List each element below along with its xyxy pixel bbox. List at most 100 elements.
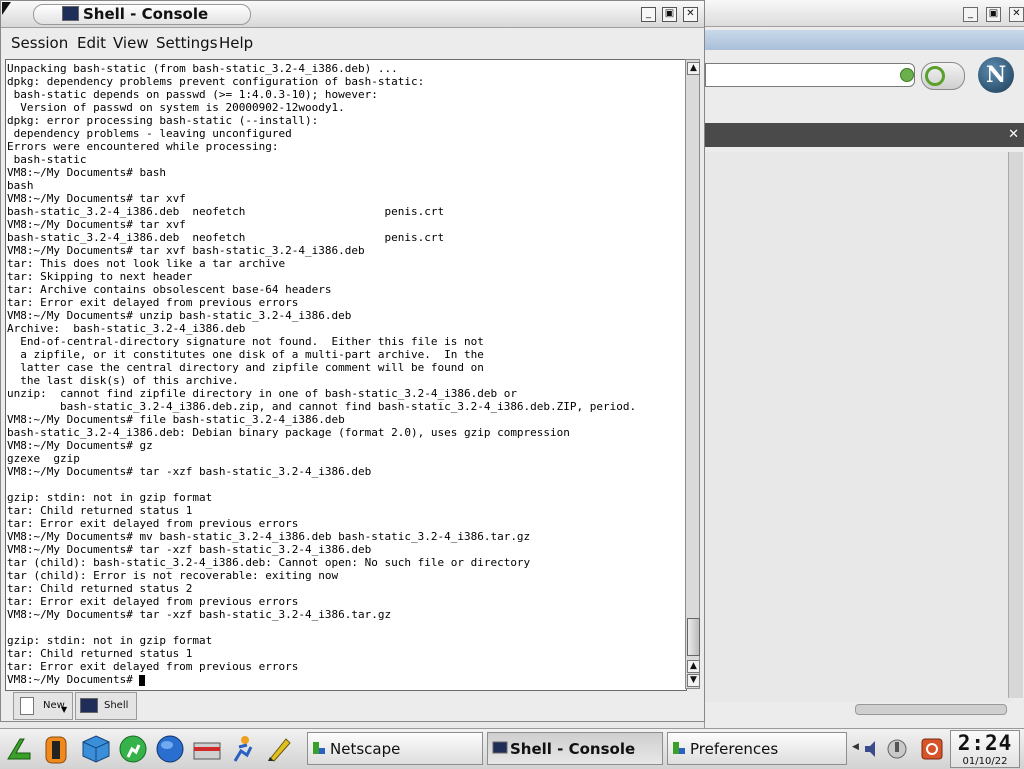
mouse-cursor-icon	[2, 2, 11, 15]
terminal-line: Archive: bash-static_3.2-4_i386.deb	[7, 322, 246, 335]
terminal-icon	[80, 698, 98, 713]
volume-icon[interactable]	[862, 738, 882, 760]
terminal-output[interactable]: Unpacking bash-static (from bash-static_…	[5, 59, 687, 691]
cube-icon[interactable]	[80, 733, 112, 765]
terminal-line: tar: Error exit delayed from previous er…	[7, 296, 299, 309]
terminal-line: Unpacking bash-static (from bash-static_…	[7, 62, 398, 75]
terminal-line: tar (child): Error is not recoverable: e…	[7, 569, 339, 582]
terminal-prompt: VM8:~/My Documents#	[7, 673, 140, 686]
window-titlebar[interactable]: Shell - Console _ ▣ ✕	[1, 1, 704, 28]
terminal-line: VM8:~/My Documents# bash	[7, 166, 166, 179]
power-manager-icon[interactable]	[886, 738, 908, 760]
terminal-line: tar: Error exit delayed from previous er…	[7, 660, 299, 673]
clock-date: 01/10/22	[962, 756, 1008, 767]
terminal-line: End-of-central-directory signature not f…	[20, 335, 484, 348]
terminal-line: VM8:~/My Documents# tar -xzf bash-static…	[7, 465, 372, 478]
new-session-button[interactable]: New ▼	[13, 692, 73, 720]
terminal-icon	[62, 6, 79, 21]
background-toolbar	[705, 30, 1024, 50]
terminal-line: VM8:~/My Documents# gz	[7, 439, 153, 452]
url-dropdown-icon[interactable]	[900, 68, 914, 82]
terminal-line: gzexe gzip	[7, 452, 80, 465]
tool-case-icon[interactable]	[191, 733, 223, 765]
console-window[interactable]: Shell - Console _ ▣ ✕ Session Edit View …	[0, 0, 705, 722]
menu-session[interactable]: Session	[11, 34, 68, 52]
bg-minimize-icon[interactable]: _	[963, 7, 978, 22]
task-netscape-label: Netscape	[330, 740, 401, 758]
bg-maximize-icon[interactable]: ▣	[986, 7, 1001, 22]
url-bar[interactable]	[705, 63, 915, 87]
terminal-line: dpkg: dependency problems prevent config…	[7, 75, 425, 88]
terminal-line: VM8:~/My Documents# tar xvf	[7, 218, 186, 231]
browser-vertical-scrollbar[interactable]	[1008, 152, 1023, 698]
menu-edit[interactable]: Edit	[77, 34, 106, 52]
kde-menu-icon[interactable]	[4, 733, 36, 765]
scrollbar-thumb[interactable]	[687, 618, 700, 656]
terminal-vertical-scrollbar[interactable]: ▲ ▲ ▼	[685, 59, 700, 689]
bg-close-icon[interactable]: ✕	[1009, 7, 1024, 22]
background-window-titlebar[interactable]: _ ▣ ✕	[705, 0, 1024, 27]
shutdown-icon[interactable]	[920, 737, 944, 761]
scroll-up-arrow-icon[interactable]: ▲	[687, 62, 700, 75]
tab-shell-label: Shell	[104, 700, 129, 711]
terminal-line: bash-static_3.2-4_i386.deb.zip, and cann…	[59, 400, 637, 413]
background-browser-window[interactable]: _ ▣ ✕ N ✕	[704, 0, 1024, 728]
window-title: Shell - Console	[83, 5, 209, 23]
terminal-line: unzip: cannot find zipfile directory in …	[7, 387, 517, 400]
clock[interactable]: 2:24 01/10/22	[950, 730, 1020, 768]
task-shell-console[interactable]: Shell - Console	[487, 732, 663, 765]
terminal-line: dpkg: error processing bash-static (--in…	[7, 114, 319, 127]
terminal-text: Unpacking bash-static (from bash-static_…	[7, 62, 636, 686]
tray-chevron-icon[interactable]: ◀	[852, 742, 859, 752]
terminal-task-icon	[492, 741, 508, 754]
menu-settings[interactable]: Settings	[156, 34, 218, 52]
paint-icon[interactable]	[264, 733, 296, 765]
terminal-line: VM8:~/My Documents# tar xvf bash-static_…	[7, 244, 365, 257]
terminal-line: tar: Child returned status 1	[7, 504, 193, 517]
terminal-line: bash-static_3.2-4_i386.deb neofetch peni…	[7, 205, 445, 218]
terminal-line: VM8:~/My Documents# tar -xzf bash-static…	[7, 543, 372, 556]
terminal-line: gzip: stdin: not in gzip format	[7, 491, 213, 504]
menu-help[interactable]: Help	[219, 34, 253, 52]
terminal-line: VM8:~/My Documents# tar xvf	[7, 192, 186, 205]
terminal-line: bash-static_3.2-4_i386.deb: Debian binar…	[7, 426, 570, 439]
scroll-down-arrow-icon[interactable]: ▼	[687, 674, 700, 687]
task-netscape[interactable]: Netscape	[307, 732, 483, 765]
terminal-line: tar: This does not look like a tar archi…	[7, 257, 286, 270]
tab-shell[interactable]: Shell	[75, 692, 137, 720]
browser-content-area	[705, 152, 1011, 702]
task-preferences[interactable]: Preferences	[667, 732, 847, 765]
terminal-line: VM8:~/My Documents# unzip bash-static_3.…	[7, 309, 352, 322]
browser-horizontal-scrollbar[interactable]	[855, 704, 1007, 715]
clock-time: 2:24	[957, 731, 1013, 755]
terminal-lines: Unpacking bash-static (from bash-static_…	[7, 62, 636, 673]
scroll-up-arrow-icon-lower[interactable]: ▲	[687, 660, 700, 673]
run-icon[interactable]	[117, 733, 149, 765]
globe-icon[interactable]	[154, 733, 186, 765]
terminal-line: VM8:~/My Documents# mv bash-static_3.2-4…	[7, 530, 531, 543]
panel-close-icon[interactable]: ✕	[1008, 127, 1019, 142]
close-button[interactable]: ✕	[683, 7, 698, 22]
minimize-button[interactable]: _	[641, 7, 656, 22]
terminal-line: the last disk(s) of this archive.	[20, 374, 239, 387]
netscape-task-icon	[313, 742, 325, 754]
terminal-line: tar: Skipping to next header	[7, 270, 193, 283]
terminal-line: tar: Child returned status 2	[7, 582, 193, 595]
menu-bar: Session Edit View Settings Help	[1, 28, 704, 56]
terminal-line: tar (child): bash-static_3.2-4_i386.deb:…	[7, 556, 531, 569]
menu-view[interactable]: View	[113, 34, 149, 52]
terminal-line: Errors were encountered while processing…	[7, 140, 279, 153]
chevron-down-icon[interactable]: ▼	[61, 705, 67, 714]
runner-icon[interactable]	[227, 733, 259, 765]
terminal-line: bash-static depends on passwd (>= 1:4.0.…	[13, 88, 378, 101]
terminal-line: dependency problems - leaving unconfigur…	[13, 127, 292, 140]
taskbar: Netscape Shell - Console Preferences ◀ 2…	[0, 728, 1024, 769]
task-shell-console-label: Shell - Console	[510, 740, 636, 758]
terminal-line: VM8:~/My Documents# tar -xzf bash-static…	[7, 608, 392, 621]
maximize-button[interactable]: ▣	[662, 7, 677, 22]
life-ring-icon[interactable]	[40, 733, 72, 765]
sidebar-panel-header	[705, 123, 1024, 147]
session-tab-bar: New ▼ Shell	[5, 692, 702, 720]
netscape-logo-icon: N	[978, 57, 1014, 93]
terminal-line: tar: Error exit delayed from previous er…	[7, 517, 299, 530]
